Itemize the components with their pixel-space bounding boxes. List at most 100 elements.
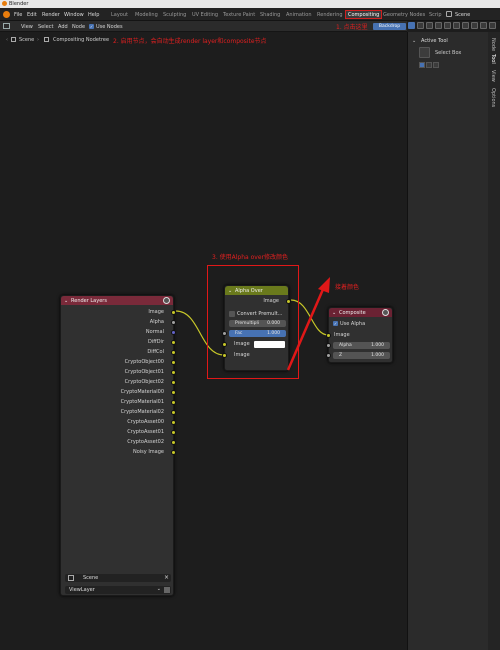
overlay-icon[interactable]: [426, 22, 433, 29]
output-diffdir: DiffDir: [148, 339, 164, 345]
menu-select[interactable]: Select: [38, 24, 53, 30]
socket-cryptomaterial01[interactable]: [171, 400, 176, 405]
workspace-tab-compositing[interactable]: Compositing: [345, 10, 383, 19]
menu-window[interactable]: Window: [64, 12, 84, 18]
snap-icon[interactable]: [417, 22, 424, 29]
tab-view[interactable]: View: [490, 70, 496, 82]
window-title: Blender: [9, 1, 29, 7]
render-layers-title: Render Layers: [71, 298, 107, 304]
output-normal: Normal: [145, 329, 164, 335]
workspace-tab-uv-editing[interactable]: UV Editing: [192, 12, 218, 18]
menu-add[interactable]: Add: [58, 24, 68, 30]
view-icon[interactable]: [444, 22, 451, 29]
view-layer-value: ViewLayer: [69, 587, 95, 593]
workspace-tab-modeling[interactable]: Modeling: [135, 12, 158, 18]
annotation-arrow: [286, 277, 330, 371]
socket-cryptoasset02[interactable]: [171, 440, 176, 445]
use-nodes-checkbox[interactable]: ✓: [89, 24, 94, 29]
tab-node[interactable]: Node: [490, 38, 496, 51]
menu-view[interactable]: View: [21, 24, 33, 30]
workspace-tab-shading[interactable]: Shading: [260, 12, 280, 18]
z-field[interactable]: Z 1.000: [333, 352, 390, 359]
z-value: 1.000: [371, 353, 384, 358]
render-icon[interactable]: [471, 22, 478, 29]
socket-cryptoasset00[interactable]: [171, 420, 176, 425]
scene-icon: [68, 575, 74, 581]
alpha-value: 1.000: [371, 343, 384, 348]
tab-options[interactable]: Options: [490, 88, 496, 107]
breadcrumb-nodetree[interactable]: Compositing Nodetree: [53, 37, 109, 43]
output-cryptoobject02: CryptoObject02: [124, 379, 164, 385]
pin-icon[interactable]: [408, 22, 415, 29]
mode-subtract-icon[interactable]: [433, 62, 439, 68]
annotation-alpha-over: 3. 使用Alpha over修改颜色: [212, 254, 288, 261]
socket-cryptoobject00[interactable]: [171, 360, 176, 365]
scene-field[interactable]: Scene ×: [65, 574, 171, 582]
mode-new-icon[interactable]: [419, 62, 425, 68]
render-layers-header[interactable]: ⌄ Render Layers: [61, 296, 173, 305]
workspace-tab-geometry-nodes[interactable]: Geometry Nodes: [383, 12, 425, 18]
render-layer-icon[interactable]: [164, 587, 170, 593]
socket-cryptomaterial02[interactable]: [171, 410, 176, 415]
scene-icon: [11, 37, 16, 42]
select-box-tool-icon[interactable]: [419, 47, 430, 58]
alpha-field[interactable]: Alpha 1.000: [333, 342, 390, 349]
chevron-down-icon[interactable]: ⌄: [64, 298, 68, 304]
menu-edit[interactable]: Edit: [27, 12, 37, 18]
socket-diffdir[interactable]: [171, 340, 176, 345]
annotation-enable-nodes: 2. 启用节点，会自动生成render layer和composite节点: [113, 38, 267, 45]
workspace-tab-texture-paint[interactable]: Texture Paint: [223, 12, 255, 18]
socket-cryptoobject01[interactable]: [171, 370, 176, 375]
chevron-down-icon: ⌄: [156, 586, 161, 592]
chevron-down-icon[interactable]: ⌄: [412, 38, 416, 44]
scene-selector[interactable]: Scene: [446, 11, 500, 19]
composite-title: Composite: [339, 310, 366, 316]
annotation-click-here: 1. 点击这里: [336, 24, 368, 31]
backdrop-button[interactable]: Backdrop: [373, 23, 406, 30]
tab-tool[interactable]: Tool: [490, 54, 496, 64]
output-cryptoobject01: CryptoObject01: [124, 369, 164, 375]
socket-alpha[interactable]: [171, 320, 176, 325]
mode-extend-icon[interactable]: [426, 62, 432, 68]
workspace-tab-layout[interactable]: Layout: [111, 12, 128, 18]
active-tool-title: Active Tool: [421, 38, 448, 44]
output-diffcol: DiffCol: [147, 349, 164, 355]
socket-cryptoobject02[interactable]: [171, 380, 176, 385]
filter-icon[interactable]: [489, 22, 496, 29]
render-layers-node[interactable]: ⌄ Render Layers Image Alpha Normal DiffD…: [60, 295, 176, 596]
workspace-tab-rendering[interactable]: Rendering: [317, 12, 343, 18]
socket-cryptomaterial00[interactable]: [171, 390, 176, 395]
workspace-tab-animation[interactable]: Animation: [286, 12, 312, 18]
scene-icon: [446, 11, 452, 17]
render-icon[interactable]: [163, 297, 170, 304]
socket-noisy-image[interactable]: [171, 450, 176, 455]
output-noisy-image: Noisy Image: [132, 449, 164, 455]
settings-icon[interactable]: [462, 22, 469, 29]
socket-image[interactable]: [171, 310, 176, 315]
breadcrumb-scene[interactable]: Scene: [19, 37, 34, 43]
gizmo-icon[interactable]: [435, 22, 442, 29]
workspace-tab-sculpting[interactable]: Sculpting: [163, 12, 186, 18]
use-nodes-label: Use Nodes: [96, 24, 123, 30]
output-cryptoasset01: CryptoAsset01: [127, 429, 164, 435]
menu-node[interactable]: Node: [72, 24, 85, 30]
output-alpha: Alpha: [149, 319, 164, 325]
menu-help[interactable]: Help: [88, 12, 99, 18]
menu-render[interactable]: Render: [42, 12, 60, 18]
socket-cryptoasset01[interactable]: [171, 430, 176, 435]
camera-icon[interactable]: [480, 22, 487, 29]
view-layer-field[interactable]: ViewLayer ⌄: [65, 586, 171, 594]
sidebar-tabs: Node Tool View Options: [488, 32, 500, 650]
editor-type-icon[interactable]: [3, 23, 10, 29]
socket-diffcol[interactable]: [171, 350, 176, 355]
render-icon[interactable]: [382, 309, 389, 316]
menu-file[interactable]: File: [14, 12, 22, 18]
scene-name: Scene: [455, 12, 471, 18]
socket-normal[interactable]: [171, 330, 176, 335]
workspace-tab-scripting[interactable]: Scrip: [429, 12, 442, 18]
close-icon[interactable]: ×: [164, 574, 169, 581]
breadcrumb-separator: ›: [37, 37, 39, 43]
zoom-icon[interactable]: [453, 22, 460, 29]
nodetree-icon: [44, 37, 49, 42]
blender-menu-icon[interactable]: [3, 11, 10, 18]
